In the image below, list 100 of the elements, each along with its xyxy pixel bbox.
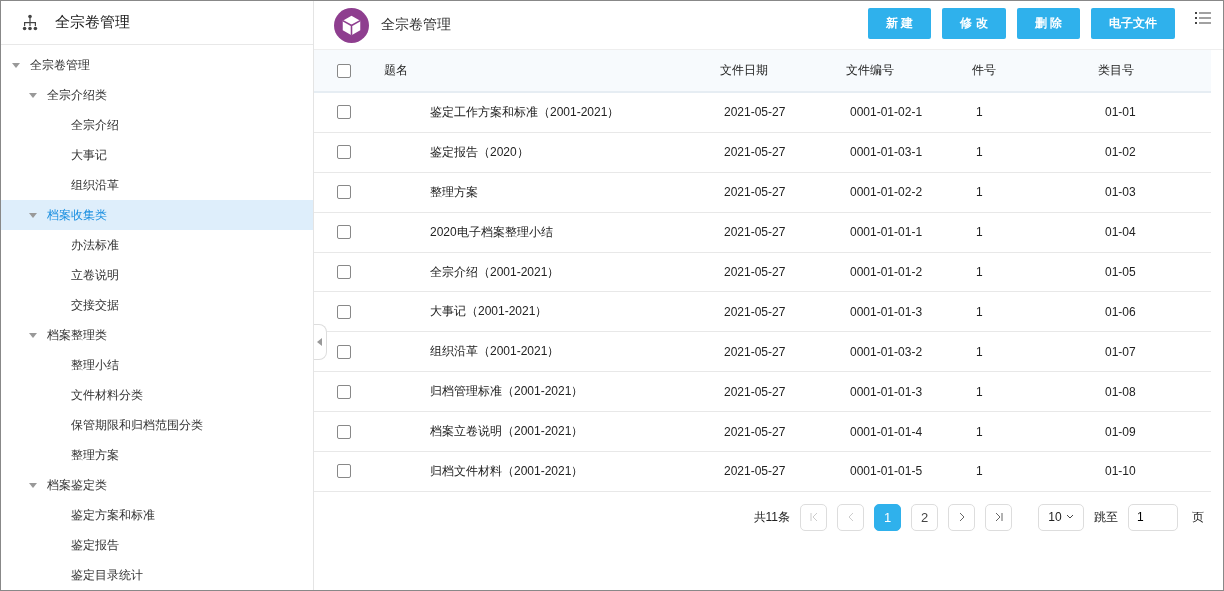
table-cell-text: 0001-01-01-3: [849, 304, 924, 319]
table-cell-text: 2020电子档案整理小结: [429, 223, 554, 241]
tree-item[interactable]: 保管期限和归档范围分类: [1, 410, 313, 440]
table-cell-text: 0001-01-01-2: [849, 265, 924, 279]
table-cell-text: 01-02: [1104, 145, 1137, 160]
table-cell-text: 1: [975, 424, 984, 439]
tree-item[interactable]: 鉴定方案和标准: [1, 500, 313, 530]
checkbox[interactable]: [337, 384, 351, 399]
last-page-icon: [993, 512, 1004, 523]
tree-item[interactable]: 鉴定报告: [1, 530, 313, 560]
table-cell-text: 0001-01-01-1: [849, 225, 924, 240]
page-input[interactable]: 1: [1128, 503, 1178, 531]
page-title: 全宗卷管理: [381, 16, 452, 34]
column-header: 文件日期: [720, 62, 769, 79]
caret-down-icon[interactable]: [28, 210, 38, 220]
table-cell-text: 01-08: [1104, 384, 1137, 399]
checkbox[interactable]: [337, 265, 351, 279]
checkbox[interactable]: [337, 464, 351, 479]
checkbox[interactable]: [337, 185, 351, 200]
table-cell-text: 2021-05-27: [723, 304, 787, 319]
tree-item[interactable]: 文件材料分类: [1, 380, 313, 410]
table-cell-text: 01-07: [1104, 344, 1137, 359]
table-cell-text: 2021-05-27: [723, 225, 787, 240]
column-header: 题名: [383, 62, 409, 79]
caret-down-icon[interactable]: [28, 330, 38, 340]
tree-item[interactable]: 全宗介绍: [1, 110, 313, 140]
table-cell-text: 整理方案: [429, 183, 479, 201]
checkbox[interactable]: [337, 424, 351, 439]
page-button[interactable]: 2: [911, 503, 938, 531]
page-unit: 页: [1192, 508, 1204, 526]
page-size-select[interactable]: 10: [1038, 503, 1084, 531]
tree-item[interactable]: 档案鉴定类: [1, 470, 313, 500]
table-cell-text: 2021-05-27: [723, 344, 787, 359]
table-cell-text: 0001-01-02-2: [849, 185, 924, 200]
table-cell-text: 0001-01-01-4: [849, 424, 924, 439]
logo-icon: [334, 7, 369, 43]
checkbox[interactable]: [337, 344, 351, 359]
table-cell-text: 01-01: [1104, 105, 1137, 120]
checkbox[interactable]: [337, 225, 351, 240]
table-cell-text: 1: [975, 265, 984, 279]
tree-item[interactable]: 办法标准: [1, 230, 313, 260]
table-cell-text: 1: [975, 464, 984, 479]
table-cell-text: 0001-01-01-5: [849, 464, 924, 479]
table-cell-text: 01-04: [1104, 225, 1137, 240]
table-cell-text: 01-03: [1104, 185, 1137, 200]
table-cell-text: 1: [975, 225, 984, 240]
table-cell-text: 2021-05-27: [723, 265, 787, 279]
table-cell-text: 2021-05-27: [723, 464, 787, 479]
tree-item[interactable]: 交接交据: [1, 290, 313, 320]
table-cell-text: 2021-05-27: [723, 145, 787, 160]
tree-item[interactable]: 全宗卷管理: [1, 50, 313, 80]
tree-item[interactable]: 组织沿革: [1, 170, 313, 200]
list-menu-icon[interactable]: [1195, 11, 1211, 25]
table-cell-text: 01-06: [1104, 304, 1137, 319]
checkbox[interactable]: [337, 145, 351, 160]
caret-down-icon[interactable]: [11, 60, 21, 70]
table-cell-text: 0001-01-03-2: [849, 344, 924, 359]
table-cell-text: 鉴定报告（2020）: [429, 143, 530, 161]
tree-item[interactable]: 整理小结: [1, 350, 313, 380]
table-cell-text: 2021-05-27: [723, 105, 787, 120]
chevron-down-icon: [1065, 514, 1074, 521]
table-cell-text: 1: [975, 384, 984, 399]
table-cell-text: 2021-05-27: [723, 185, 787, 200]
table-cell-text: 全宗介绍（2001-2021）: [429, 263, 561, 281]
table-cell-text: 1: [975, 304, 984, 319]
table-cell-text: 1: [975, 105, 984, 120]
caret-down-icon[interactable]: [28, 480, 38, 490]
tree-item[interactable]: 档案整理类: [1, 320, 313, 350]
tree-item[interactable]: 鉴定目录统计: [1, 560, 313, 590]
table-cell-text: 归档管理标准（2001-2021）: [429, 383, 585, 401]
table-cell-text: 组织沿革（2001-2021）: [429, 343, 561, 361]
tree-item[interactable]: 全宗介绍类: [1, 80, 313, 110]
table-cell-text: 档案立卷说明（2001-2021）: [429, 423, 585, 441]
table-cell-text: 01-05: [1104, 265, 1137, 279]
table-cell-text: 2021-05-27: [723, 424, 787, 439]
checkbox[interactable]: [337, 304, 351, 319]
table-cell-text: 0001-01-01-3: [849, 384, 924, 399]
total-count: 共11条: [753, 508, 790, 526]
caret-left-icon: [317, 338, 323, 346]
first-page-icon: [808, 512, 819, 523]
jump-label: 跳至: [1094, 508, 1118, 526]
column-header: 类目号: [1098, 62, 1135, 79]
caret-down-icon[interactable]: [28, 90, 38, 100]
table-cell-text: 归档文件材料（2001-2021）: [429, 462, 585, 480]
last-page-button[interactable]: [985, 503, 1012, 531]
hierarchy-icon: [21, 13, 39, 32]
tree-item[interactable]: 整理方案: [1, 440, 313, 470]
tree-item[interactable]: 大事记: [1, 140, 313, 170]
table-cell-text: 鉴定工作方案和标准（2001-2021）: [429, 103, 621, 121]
table-cell-text: 2021-05-27: [723, 384, 787, 399]
checkbox[interactable]: [337, 63, 351, 78]
table-cell-text: 01-09: [1104, 424, 1137, 439]
tree-item[interactable]: 立卷说明: [1, 260, 313, 290]
sidebar-title: 全宗卷管理: [55, 13, 130, 32]
table-cell-text: 0001-01-03-1: [849, 145, 924, 160]
table-cell-text: 1: [975, 344, 984, 359]
checkbox[interactable]: [337, 105, 351, 120]
collapse-handle[interactable]: [314, 324, 327, 360]
column-header: 件号: [972, 62, 997, 79]
table-cell-text: 0001-01-02-1: [849, 105, 924, 120]
